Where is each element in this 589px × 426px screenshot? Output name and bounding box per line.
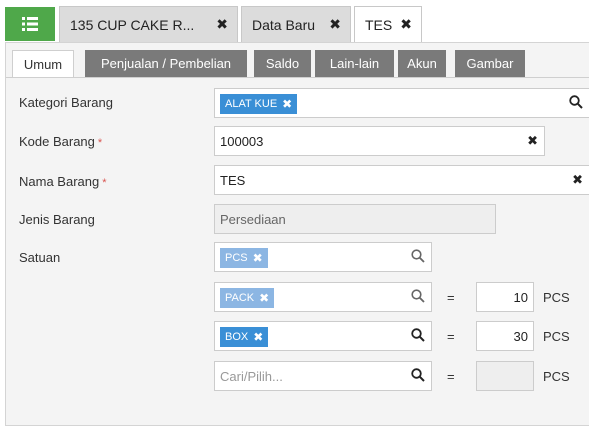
satuan-chip: PACK ✖ bbox=[220, 288, 275, 308]
tab-akun[interactable]: Akun bbox=[398, 50, 446, 77]
tab-label: 135 CUP CAKE R... bbox=[70, 16, 195, 33]
jenis-field: Persediaan bbox=[214, 204, 496, 234]
kategori-chip: ALAT KUE ✖ bbox=[220, 94, 298, 114]
satuan-label: Satuan bbox=[19, 250, 61, 265]
remove-chip-icon[interactable]: ✖ bbox=[253, 251, 263, 265]
placeholder-text: Cari/Pilih... bbox=[220, 369, 283, 384]
tab-divider bbox=[6, 77, 589, 78]
jenis-value: Persediaan bbox=[220, 212, 286, 227]
chip-label: PCS bbox=[225, 252, 248, 264]
search-icon[interactable] bbox=[411, 289, 425, 306]
clear-icon[interactable]: ✖ bbox=[527, 133, 538, 149]
satuan-select-pcs[interactable]: PCS ✖ bbox=[214, 242, 432, 272]
tab-label: Akun bbox=[407, 56, 437, 71]
kategori-select[interactable]: ALAT KUE ✖ bbox=[214, 88, 589, 118]
chip-label: PACK bbox=[225, 292, 255, 304]
tab-saldo[interactable]: Saldo bbox=[254, 50, 311, 77]
tab-label: Data Baru bbox=[252, 16, 316, 33]
tab-cup-cake[interactable]: 135 CUP CAKE R... ✖ bbox=[59, 6, 238, 42]
tab-umum[interactable]: Umum bbox=[12, 50, 74, 78]
chip-label: BOX bbox=[225, 331, 249, 343]
nama-value: TES bbox=[220, 173, 246, 188]
equals-sign: = bbox=[447, 369, 455, 384]
kode-label-text: Kode Barang bbox=[19, 134, 95, 149]
satuan-select-box[interactable]: BOX ✖ bbox=[214, 321, 432, 351]
tab-label: TES bbox=[365, 17, 393, 33]
tab-label: Lain-lain bbox=[329, 56, 380, 71]
kategori-label: Kategori Barang bbox=[19, 95, 113, 110]
nama-label-text: Nama Barang bbox=[19, 174, 100, 189]
tab-label: Umum bbox=[23, 57, 63, 72]
equals-sign: = bbox=[447, 329, 455, 344]
required-marker: * bbox=[97, 137, 103, 149]
tab-label: Penjualan / Pembelian bbox=[100, 56, 232, 71]
base-unit-label: PCS bbox=[543, 329, 570, 344]
remove-chip-icon[interactable]: ✖ bbox=[259, 291, 269, 305]
kode-value: 100003 bbox=[220, 134, 264, 149]
chip-label: ALAT KUE bbox=[225, 98, 278, 110]
tab-label: Saldo bbox=[265, 56, 300, 71]
conversion-qty-input[interactable]: 30 bbox=[476, 321, 534, 351]
close-icon[interactable]: ✖ bbox=[329, 16, 341, 33]
remove-chip-icon[interactable]: ✖ bbox=[282, 97, 292, 111]
search-icon[interactable] bbox=[411, 328, 425, 345]
search-icon[interactable] bbox=[569, 95, 583, 112]
clear-icon[interactable]: ✖ bbox=[572, 172, 583, 188]
tab-gambar[interactable]: Gambar bbox=[455, 50, 525, 77]
tab-data-baru[interactable]: Data Baru ✖ bbox=[241, 6, 351, 42]
close-icon[interactable]: ✖ bbox=[400, 16, 412, 33]
satuan-select-pack[interactable]: PACK ✖ bbox=[214, 282, 432, 312]
base-unit-label: PCS bbox=[543, 290, 570, 305]
base-unit-label: PCS bbox=[543, 369, 570, 384]
required-marker: * bbox=[102, 177, 107, 189]
list-menu-icon bbox=[22, 17, 38, 31]
remove-chip-icon[interactable]: ✖ bbox=[253, 330, 263, 344]
conversion-qty-input bbox=[476, 361, 534, 391]
search-icon[interactable] bbox=[411, 368, 425, 385]
kode-input[interactable]: 100003 ✖ bbox=[214, 126, 545, 156]
satuan-chip: BOX ✖ bbox=[220, 327, 269, 347]
jenis-label: Jenis Barang bbox=[19, 212, 95, 227]
search-icon[interactable] bbox=[411, 249, 425, 266]
tab-tes[interactable]: TES ✖ bbox=[354, 6, 422, 43]
item-form-panel: Umum Penjualan / Pembelian Saldo Lain-la… bbox=[5, 42, 589, 426]
equals-sign: = bbox=[447, 290, 455, 305]
nama-input[interactable]: TES ✖ bbox=[214, 165, 589, 195]
kode-label: Kode Barang * bbox=[19, 134, 102, 149]
conversion-qty-input[interactable]: 10 bbox=[476, 282, 534, 312]
tab-penjualan-pembelian[interactable]: Penjualan / Pembelian bbox=[85, 50, 247, 77]
menu-button[interactable] bbox=[5, 7, 55, 41]
tab-label: Gambar bbox=[466, 56, 514, 71]
satuan-chip: PCS ✖ bbox=[220, 248, 268, 268]
close-icon[interactable]: ✖ bbox=[216, 16, 228, 33]
nama-label: Nama Barang * bbox=[19, 174, 107, 189]
document-tab-bar: 135 CUP CAKE R... ✖ Data Baru ✖ TES ✖ bbox=[0, 0, 589, 43]
tab-lain-lain[interactable]: Lain-lain bbox=[315, 50, 394, 77]
satuan-select-new[interactable]: Cari/Pilih... bbox=[214, 361, 432, 391]
